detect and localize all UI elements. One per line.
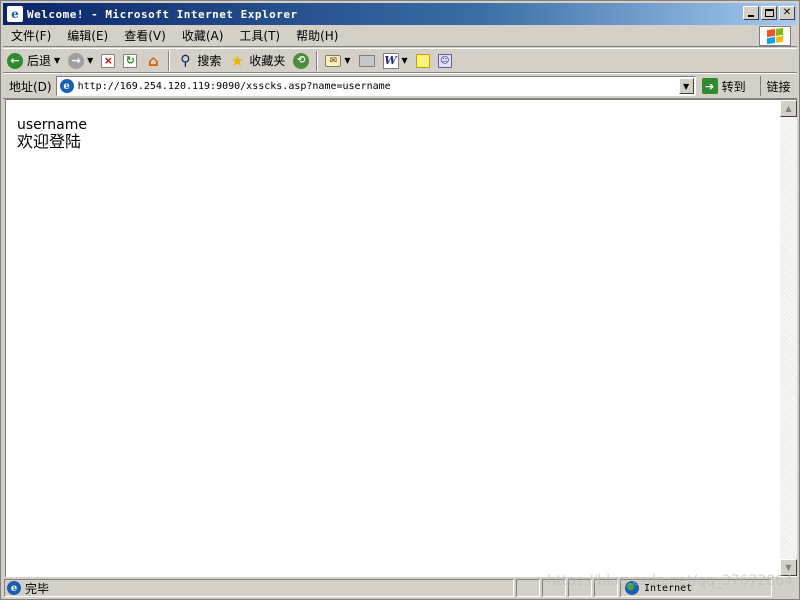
menu-bar: 文件(F) 编辑(E) 查看(V) 收藏(A) 工具(T) 帮助(H) [3, 25, 797, 47]
arrow-up-icon: ▲ [785, 104, 792, 113]
back-arrow-icon: ← [7, 52, 23, 69]
back-label: 后退 [27, 54, 52, 68]
home-button[interactable]: ⌂ [141, 50, 165, 72]
address-url[interactable]: http://169.254.120.119:9090/xsscks.asp?n… [78, 81, 391, 92]
links-button[interactable]: 链接 [759, 76, 791, 96]
favorites-button[interactable]: ★ 收藏夹 [225, 50, 289, 72]
close-button[interactable]: ✕ [779, 6, 795, 20]
menu-file[interactable]: 文件(F) [3, 27, 59, 44]
welcome-text: 欢迎登陆 [17, 132, 82, 151]
stop-button[interactable]: × [97, 50, 119, 72]
address-input[interactable]: e http://169.254.120.119:9090/xsscks.asp… [55, 76, 696, 96]
page-content: username 欢迎登陆 ▲ ▼ [5, 99, 797, 577]
username-text: username [17, 117, 87, 133]
scroll-up-button[interactable]: ▲ [780, 100, 797, 117]
address-bar: 地址(D) e http://169.254.120.119:9090/xssc… [3, 73, 797, 99]
messenger-icon: ☺ [437, 53, 452, 68]
stop-icon: × [101, 53, 116, 68]
maximize-icon [764, 9, 774, 17]
menu-help[interactable]: 帮助(H) [288, 27, 346, 44]
mail-icon: ✉ [325, 54, 342, 67]
page-done-icon: e [7, 581, 21, 595]
edit-dropdown-icon[interactable]: ▼ [402, 56, 408, 65]
search-label: 搜索 [197, 54, 222, 68]
address-label: 地址(D) [9, 79, 52, 94]
windows-flag-icon [767, 27, 783, 45]
windows-logo [759, 26, 791, 46]
ie-logo-icon: e [7, 6, 23, 22]
status-cell [516, 579, 540, 597]
links-label: 链接 [766, 79, 791, 94]
forward-arrow-icon: → [68, 52, 85, 69]
discuss-button[interactable] [412, 50, 434, 72]
title-bar[interactable]: e Welcome! - Microsoft Internet Explorer… [3, 3, 797, 25]
maximize-button[interactable] [761, 6, 777, 20]
messenger-button[interactable]: ☺ [434, 50, 456, 72]
note-icon [415, 53, 430, 68]
window-controls: ✕ [741, 6, 795, 20]
go-arrow-icon: ➔ [701, 78, 718, 94]
minimize-icon [748, 15, 754, 17]
refresh-icon: ↻ [123, 53, 138, 68]
toolbar-separator [168, 50, 171, 71]
printer-icon [358, 54, 375, 67]
search-icon: ⚲ [180, 52, 191, 69]
refresh-button[interactable]: ↻ [119, 50, 141, 72]
ie-window: e Welcome! - Microsoft Internet Explorer… [0, 0, 800, 600]
minimize-button[interactable] [743, 6, 759, 20]
back-dropdown-icon[interactable]: ▼ [54, 56, 60, 65]
print-button[interactable] [355, 50, 379, 72]
standard-toolbar: ← 后退 ▼ → ▼ × ↻ ⌂ ⚲ 搜索 ★ 收藏夹 ⟲ ✉ ▼ W ▼ ☺ [3, 48, 797, 73]
window-title: Welcome! - Microsoft Internet Explorer [27, 7, 298, 21]
menu-tools[interactable]: 工具(T) [231, 27, 288, 44]
history-icon: ⟲ [293, 52, 310, 69]
go-label: 转到 [721, 79, 746, 94]
menu-favorites[interactable]: 收藏(A) [174, 27, 232, 44]
menu-view[interactable]: 查看(V) [116, 27, 174, 44]
status-text: 完毕 [25, 581, 50, 596]
mail-dropdown-icon[interactable]: ▼ [344, 56, 350, 65]
toolbar-separator [316, 50, 319, 71]
favorites-label: 收藏夹 [249, 54, 286, 68]
edit-button[interactable]: W ▼ [379, 50, 412, 72]
status-main-panel: e 完毕 [4, 579, 514, 597]
chevron-down-icon: ▼ [683, 81, 690, 91]
back-button[interactable]: ← 后退 ▼ [3, 50, 64, 72]
word-edit-icon: W [382, 52, 399, 69]
go-button[interactable]: ➔ 转到 [701, 78, 746, 95]
arrow-down-icon: ▼ [785, 563, 792, 572]
mail-button[interactable]: ✉ ▼ [321, 50, 354, 72]
favorites-star-icon: ★ [230, 51, 245, 70]
search-button[interactable]: ⚲ 搜索 [173, 50, 225, 72]
watermark-text: https://blog.csdn.net/qq_37672864 [547, 573, 793, 589]
home-icon: ⌂ [147, 51, 159, 70]
address-dropdown-button[interactable]: ▼ [678, 78, 694, 94]
forward-dropdown-icon[interactable]: ▼ [87, 56, 93, 65]
page-body: username 欢迎登陆 [17, 117, 87, 151]
close-icon: ✕ [782, 7, 792, 18]
history-button[interactable]: ⟲ [289, 50, 313, 72]
forward-button[interactable]: → ▼ [64, 50, 97, 72]
page-ie-icon: e [59, 79, 74, 93]
vertical-scrollbar[interactable]: ▲ ▼ [780, 100, 797, 576]
menu-edit[interactable]: 编辑(E) [59, 27, 116, 44]
